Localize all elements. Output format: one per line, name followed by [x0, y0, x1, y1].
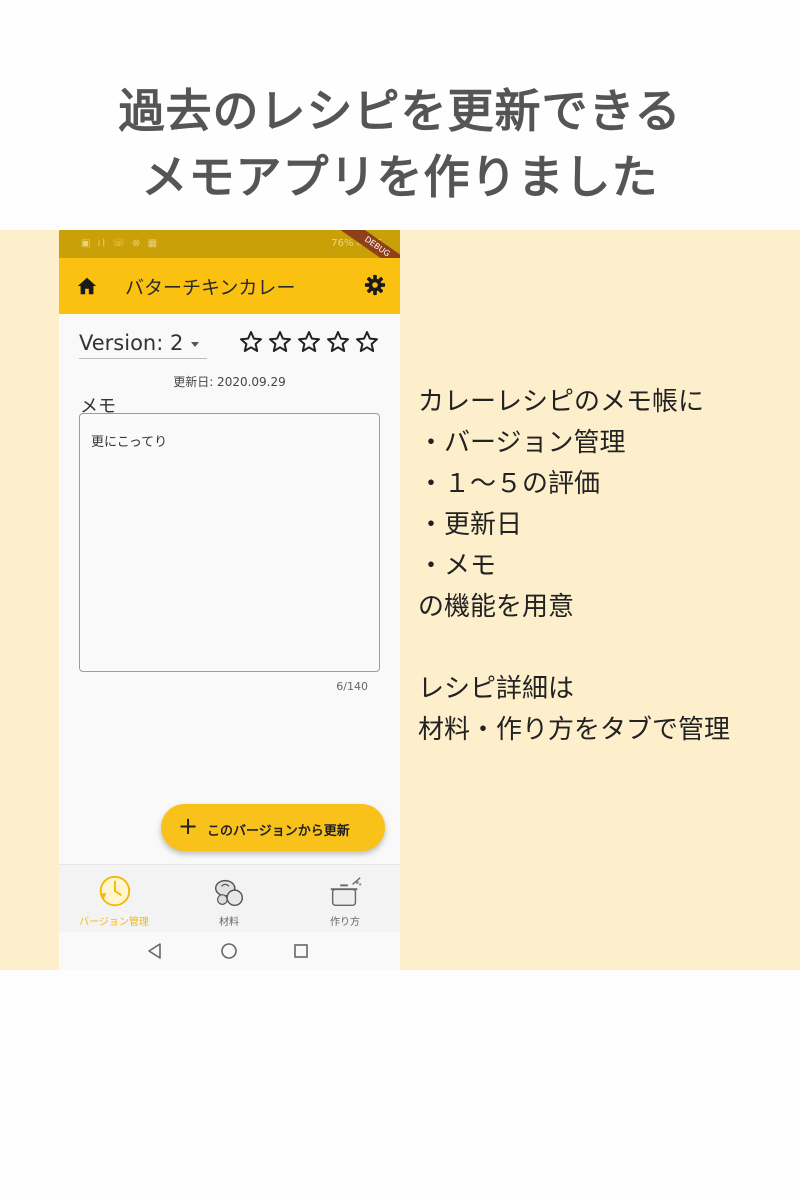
memo-textarea[interactable]: 更にこってり — [79, 413, 380, 672]
tab-recipe-steps[interactable]: 作り方 — [290, 865, 400, 933]
feature-description: カレーレシピのメモ帳に ・バージョン管理 ・１～５の評価 ・更新日 ・メモ の機… — [418, 382, 798, 751]
cooking-pot-icon — [330, 877, 362, 907]
star-icon[interactable] — [268, 330, 292, 354]
ingredients-icon — [214, 879, 244, 907]
plus-icon: + — [178, 812, 199, 840]
system-navigation-bar — [59, 932, 400, 970]
fab-label: このバージョンから更新 — [207, 824, 350, 839]
tab-label: 作り方 — [330, 917, 360, 928]
character-counter: 6/140 — [336, 680, 368, 693]
description-line: 材料・作り方をタブで管理 — [418, 715, 731, 745]
version-value: Version: 2 — [79, 331, 184, 355]
bottom-navigation: バージョン管理 材料 作り方 — [59, 864, 400, 932]
description-line: レシピ詳細は — [418, 674, 575, 704]
description-line: ・１～５の評価 — [418, 469, 601, 499]
update-from-version-button[interactable]: + このバージョンから更新 — [161, 804, 385, 851]
updated-date: 更新日: 2020.09.29 — [173, 375, 286, 389]
description-line: ・メモ — [418, 551, 497, 581]
tab-label: バージョン管理 — [79, 917, 149, 928]
tab-version-management[interactable]: バージョン管理 — [59, 865, 169, 933]
app-bar: バターチキンカレー — [59, 258, 400, 314]
star-icon[interactable] — [239, 330, 263, 354]
back-icon[interactable] — [145, 941, 165, 961]
star-icon[interactable] — [326, 330, 350, 354]
description-line: の機能を用意 — [418, 592, 575, 622]
phone-screenshot: ▣ ıl ☏ ⊗ ▦ 76% ▭ 16 DEBUG バターチキンカレー Vers… — [59, 230, 400, 970]
chevron-down-icon — [191, 342, 199, 347]
headline-line-1: 過去のレシピを更新できる — [118, 84, 682, 138]
home-circle-icon[interactable] — [219, 941, 239, 961]
clock-icon — [99, 875, 131, 907]
star-icon[interactable] — [297, 330, 321, 354]
headline-line-2: メモアプリを作りました — [141, 150, 659, 204]
star-icon[interactable] — [355, 330, 379, 354]
memo-text: 更にこってり — [91, 435, 168, 450]
gear-icon[interactable] — [364, 274, 386, 296]
page-title: バターチキンカレー — [125, 277, 296, 299]
description-line: カレーレシピのメモ帳に — [418, 387, 705, 417]
recents-icon[interactable] — [291, 941, 311, 961]
tab-label: 材料 — [219, 917, 239, 928]
version-dropdown[interactable]: Version: 2 — [79, 331, 207, 359]
tab-ingredients[interactable]: 材料 — [174, 865, 284, 933]
description-line: ・更新日 — [418, 510, 523, 540]
status-bar: ▣ ıl ☏ ⊗ ▦ 76% ▭ 16 DEBUG — [59, 230, 400, 279]
status-icons: ▣ ıl ☏ ⊗ ▦ — [81, 238, 160, 249]
rating-stars — [239, 330, 379, 358]
description-line — [418, 628, 798, 669]
home-icon[interactable] — [76, 275, 98, 297]
headline: 過去のレシピを更新できる メモアプリを作りました — [0, 78, 800, 210]
description-line: ・バージョン管理 — [418, 428, 626, 458]
